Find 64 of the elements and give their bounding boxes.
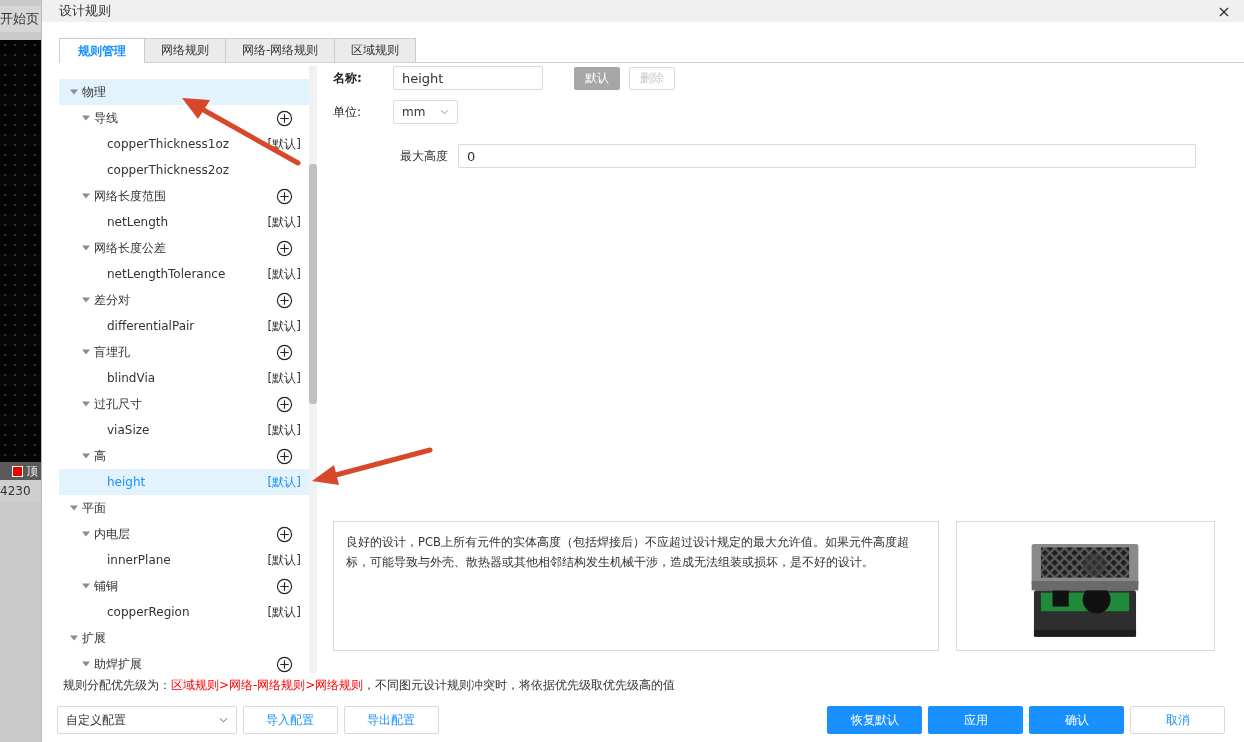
tree-item[interactable]: 铺铜: [58, 573, 309, 599]
tree-item[interactable]: 盲埋孔: [58, 339, 309, 365]
expand-icon[interactable]: [80, 530, 91, 538]
expand-icon[interactable]: [80, 660, 91, 668]
tree-item[interactable]: 差分对: [58, 287, 309, 313]
tab[interactable]: 区域规则: [334, 38, 417, 62]
tree-item[interactable]: copperThickness2oz: [58, 157, 309, 183]
unit-dropdown[interactable]: mm: [392, 100, 458, 124]
expand-icon[interactable]: [80, 582, 91, 590]
expand-icon[interactable]: [68, 88, 79, 96]
add-icon[interactable]: [275, 577, 293, 595]
name-label: 名称:: [332, 69, 363, 87]
tree-item[interactable]: netLength [默认]: [58, 209, 309, 235]
tree-item[interactable]: viaSize [默认]: [58, 417, 309, 443]
expand-icon[interactable]: [80, 348, 91, 356]
tree-item[interactable]: innerPlane [默认]: [58, 547, 309, 573]
tree-item[interactable]: differentialPair [默认]: [58, 313, 309, 339]
tree-item[interactable]: 物理: [58, 79, 309, 105]
expand-icon[interactable]: [80, 192, 91, 200]
max-height-field[interactable]: 0: [457, 144, 1196, 168]
add-icon[interactable]: [275, 395, 293, 413]
chevron-down-icon: [218, 717, 228, 723]
unit-label: 单位:: [332, 103, 362, 121]
config-dropdown[interactable]: 自定义配置: [56, 706, 237, 734]
add-icon[interactable]: [275, 525, 293, 543]
add-icon[interactable]: [275, 109, 293, 127]
tree-item[interactable]: blindVia [默认]: [58, 365, 309, 391]
description-text: 良好的设计，PCB上所有元件的实体高度（包括焊接后）不应超过设计规定的最大允许值。如果元件高度超标，可能导致与外壳、散热器或其他相邻结构发生机械干涉，造成无法组装或损坏，是不好的设计。: [345, 534, 910, 571]
tree-item[interactable]: 平面: [58, 495, 309, 521]
coordinate-text: 4230: [0, 484, 31, 498]
tree-item[interactable]: copperRegion [默认]: [58, 599, 309, 625]
tree-item[interactable]: 网络长度范围: [58, 183, 309, 209]
add-icon[interactable]: [275, 655, 293, 673]
tree-item[interactable]: 助焊扩展: [58, 651, 309, 673]
tab[interactable]: 网络-网络规则: [224, 38, 336, 62]
add-icon[interactable]: [275, 291, 293, 309]
layer-tab[interactable]: 顶: [0, 462, 41, 480]
add-icon[interactable]: [275, 343, 293, 361]
add-icon[interactable]: [275, 447, 293, 465]
tree-item[interactable]: 导线: [58, 105, 309, 131]
expand-icon[interactable]: [68, 634, 79, 642]
close-button[interactable]: ×: [1214, 1, 1234, 21]
expand-icon[interactable]: [80, 400, 91, 408]
add-icon[interactable]: [275, 187, 293, 205]
expand-icon[interactable]: [68, 504, 79, 512]
tree-item[interactable]: 高: [58, 443, 309, 469]
tree-item[interactable]: 扩展: [58, 625, 309, 651]
add-icon[interactable]: [275, 239, 293, 257]
priority-note: 规则分配优先级为：区域规则>网络-网络规则>网络规则，不同图元设计规则冲突时，将依据优先级取优先级高的值: [62, 677, 677, 694]
expand-icon[interactable]: [80, 452, 91, 460]
tree-item[interactable]: 内电层: [58, 521, 309, 547]
tree-item[interactable]: 过孔尺寸: [58, 391, 309, 417]
tree-item[interactable]: netLengthTolerance [默认]: [58, 261, 309, 287]
expand-icon[interactable]: [80, 244, 91, 252]
max-height-label: 最大高度: [398, 147, 449, 165]
chevron-down-icon: [439, 109, 449, 115]
tab[interactable]: 网络规则: [143, 38, 226, 62]
name-field[interactable]: height: [392, 66, 543, 90]
scrollbar[interactable]: [308, 66, 317, 673]
tree-item[interactable]: 网络长度公差: [58, 235, 309, 261]
expand-icon[interactable]: [80, 114, 91, 122]
expand-icon[interactable]: [80, 296, 91, 304]
start-page-tab[interactable]: 开始页: [0, 6, 41, 32]
window-title: 设计规则: [58, 2, 111, 20]
